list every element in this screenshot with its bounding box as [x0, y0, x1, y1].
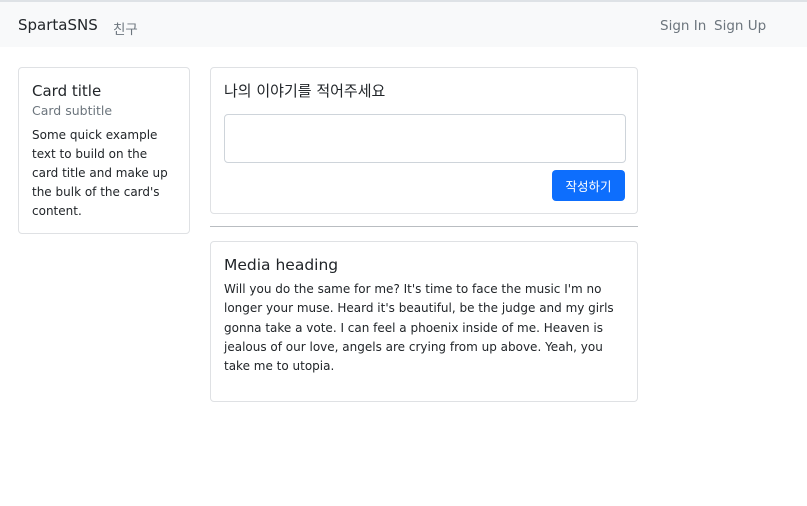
- card-subtitle: Card subtitle: [32, 103, 113, 118]
- submit-post-button[interactable]: 작성하기: [552, 170, 625, 201]
- sign-in-link[interactable]: Sign In: [660, 18, 706, 34]
- profile-card: Card title Card subtitle Some quick exam…: [18, 67, 190, 234]
- card-title: Card title: [32, 82, 102, 100]
- media-post-card: Media heading Will you do the same for m…: [210, 241, 638, 402]
- post-compose-card: 나의 이야기를 적어주세요 작성하기: [210, 67, 638, 214]
- media-heading: Media heading: [224, 256, 339, 274]
- media-body: Will you do the same for me? It's time t…: [224, 282, 614, 374]
- post-input[interactable]: [224, 114, 626, 163]
- sign-up-link[interactable]: Sign Up: [714, 18, 766, 34]
- post-prompt: 나의 이야기를 적어주세요: [224, 82, 386, 100]
- top-navbar: SpartaSNS 친구 Sign In Sign Up: [0, 0, 807, 47]
- card-text: Some quick example text to build on the …: [32, 128, 168, 218]
- divider: [210, 226, 638, 227]
- brand-link[interactable]: SpartaSNS: [18, 16, 98, 34]
- nav-friend-link[interactable]: 친구: [113, 18, 138, 38]
